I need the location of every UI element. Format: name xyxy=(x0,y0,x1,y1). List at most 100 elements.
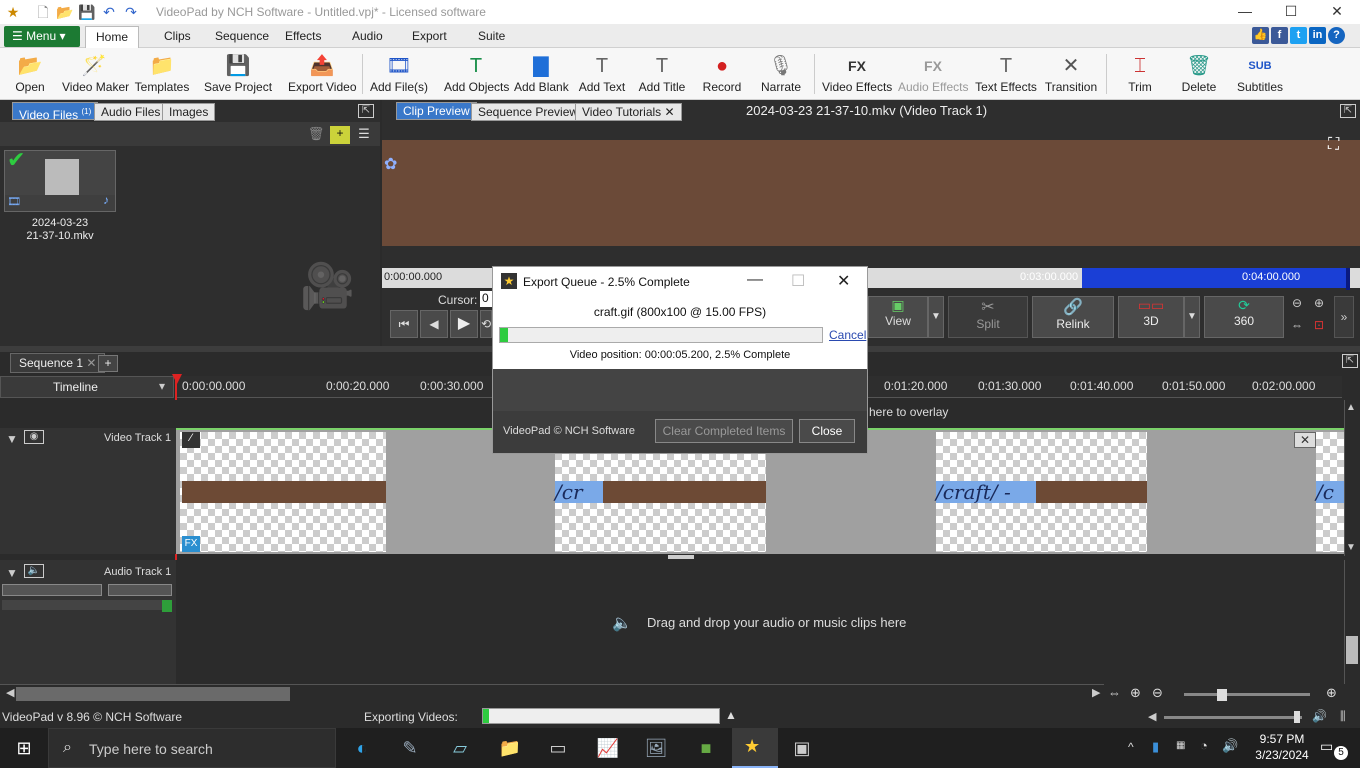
app-icon[interactable]: ▱ xyxy=(446,734,474,762)
new-folder-icon[interactable]: + xyxy=(330,126,350,144)
h-scroll-thumb[interactable] xyxy=(16,687,290,701)
scroll-right-icon[interactable]: ▶ xyxy=(1092,686,1100,699)
show-hidden-icons[interactable]: ^ xyxy=(1128,740,1134,754)
zoom-in-icon[interactable]: ⊕ xyxy=(1326,685,1337,701)
three-d-dropdown[interactable]: ▼ xyxy=(1184,296,1200,338)
thumbs-up-icon[interactable]: 👍 xyxy=(1252,27,1269,44)
fit-width-icon[interactable]: ⇔ xyxy=(1288,318,1306,338)
range-end-handle[interactable] xyxy=(1346,268,1350,290)
app-icon[interactable]: ★ xyxy=(4,3,22,21)
step-back-button[interactable]: ◀ xyxy=(420,310,448,338)
undock-preview-icon[interactable]: ⇱ xyxy=(1340,104,1356,118)
add-title-button[interactable]: T Add Title xyxy=(636,52,688,98)
tab-export[interactable]: Export xyxy=(402,26,457,48)
eye-icon[interactable]: ◉ xyxy=(24,430,44,444)
tab-sequence-1[interactable]: Sequence 1 ✕ xyxy=(10,353,106,373)
tab-suite[interactable]: Suite xyxy=(468,26,515,48)
tab-audio[interactable]: Audio xyxy=(342,26,393,48)
add-blank-button[interactable]: ▇ Add Blank xyxy=(514,52,569,98)
minecraft-icon[interactable]: ■ xyxy=(692,734,720,762)
go-to-start-button[interactable]: ⏮ xyxy=(390,310,418,338)
loop-button[interactable]: ⟲ xyxy=(480,310,492,338)
tab-sequence-preview[interactable]: Sequence Preview xyxy=(471,103,586,121)
transition-button[interactable]: ✕ Transition xyxy=(1044,52,1098,98)
tab-video-files[interactable]: Video Files (1) xyxy=(12,102,99,122)
notification-icon[interactable]: ▭ xyxy=(1320,738,1333,755)
three-sixty-button[interactable]: ⟳ 360 xyxy=(1204,296,1284,338)
dialog-close-btn[interactable]: Close xyxy=(799,419,855,443)
playhead-handle[interactable] xyxy=(172,374,182,384)
zoom-in-preview-icon[interactable]: ⊕ xyxy=(1310,296,1328,316)
taskbar-search[interactable]: ⌕ Type here to search xyxy=(48,728,336,768)
zoom-out-icon[interactable]: ⊖ xyxy=(1152,685,1163,701)
tab-images[interactable]: Images xyxy=(162,103,216,121)
photos-icon[interactable]: 🖼 xyxy=(642,734,670,762)
narrate-button[interactable]: 🎙 Narrate xyxy=(758,52,804,98)
master-volume-thumb[interactable] xyxy=(1294,711,1300,723)
zoom-slider[interactable] xyxy=(1184,693,1310,696)
view-button[interactable]: ▣ View xyxy=(868,296,928,338)
text-effects-button[interactable]: T Text Effects xyxy=(974,52,1038,98)
new-file-icon[interactable]: 🗋 xyxy=(34,3,52,21)
scroll-up-icon[interactable]: ▲ xyxy=(1346,402,1356,413)
relink-button[interactable]: 🔗 Relink xyxy=(1032,296,1114,338)
zoom-fit-icon[interactable]: ⊕ xyxy=(1130,685,1141,701)
scroll-left-icon[interactable]: ◀ xyxy=(6,686,14,699)
add-sequence-button[interactable]: + xyxy=(98,355,118,372)
audio-effects-button[interactable]: FX Audio Effects xyxy=(898,52,969,98)
tab-home[interactable]: Home xyxy=(85,26,140,48)
fade-icon[interactable]: ⁄ xyxy=(182,432,200,448)
subtitles-button[interactable]: SUB Subtitles xyxy=(1234,52,1286,98)
undo-icon[interactable]: ↶ xyxy=(100,3,118,21)
fit-timeline-icon[interactable]: ⇔ xyxy=(1108,685,1121,700)
wifi-icon[interactable]: ◔ xyxy=(1200,738,1208,753)
twitter-icon[interactable]: t xyxy=(1290,27,1307,44)
open-folder-icon[interactable]: 📂 xyxy=(56,3,74,21)
timeline-vertical-scrollbar[interactable] xyxy=(1344,400,1360,556)
volume-low-icon[interactable]: ◀ xyxy=(1148,710,1156,723)
volume-high-icon[interactable]: 🔊 xyxy=(1312,709,1327,723)
tab-video-tutorials[interactable]: Video Tutorials ✕ xyxy=(575,103,682,121)
battery-icon[interactable]: ▮ xyxy=(1152,739,1159,755)
window-app-icon[interactable]: ▣ xyxy=(788,734,816,762)
dialog-minimize-button[interactable]: — xyxy=(747,271,763,289)
templates-button[interactable]: 📁 Templates xyxy=(132,52,192,98)
cancel-export-link[interactable]: Cancel xyxy=(829,328,866,342)
pan-slider[interactable] xyxy=(108,584,172,596)
collapse-track-icon[interactable]: ▼ xyxy=(6,432,18,446)
open-button[interactable]: 📂 Open xyxy=(8,52,52,98)
play-button[interactable]: ▶ xyxy=(450,310,478,338)
redo-icon[interactable]: ↷ xyxy=(122,3,140,21)
more-controls-button[interactable]: » xyxy=(1334,296,1354,338)
master-volume-slider[interactable] xyxy=(1164,716,1302,719)
track-resize-handle[interactable] xyxy=(668,555,694,559)
mixer-icon[interactable]: ⫼ xyxy=(1340,709,1346,724)
app-tray-icon[interactable]: ▦ xyxy=(1176,740,1185,751)
close-button[interactable]: ✕ xyxy=(1314,0,1360,24)
show-export-queue-icon[interactable]: ▲ xyxy=(725,708,737,722)
menu-button[interactable]: ☰ Menu ▾ xyxy=(4,26,80,47)
fullscreen-icon[interactable]: ⛶ xyxy=(1328,136,1339,154)
video-effects-button[interactable]: FX Video Effects xyxy=(822,52,892,98)
clip-thumbnail[interactable]: ✔ 🎞 ♪ xyxy=(4,147,116,212)
chart-app-icon[interactable]: 📈 xyxy=(594,734,622,762)
timeline-mode-select[interactable]: Timeline ▾ xyxy=(0,376,174,398)
list-view-icon[interactable]: ☰ xyxy=(354,126,374,144)
speaker-icon[interactable]: 🔈 xyxy=(24,564,44,578)
audio-scroll-thumb[interactable] xyxy=(1346,636,1358,664)
undock-icon[interactable]: ⇱ xyxy=(358,104,374,118)
file-explorer-icon[interactable]: 📁 xyxy=(496,734,524,762)
bin-delete-icon[interactable]: 🗑 xyxy=(306,126,326,144)
selected-range[interactable] xyxy=(1082,268,1348,288)
add-text-button[interactable]: T Add Text xyxy=(576,52,628,98)
audio-vertical-scrollbar[interactable] xyxy=(1344,560,1360,684)
video-maker-button[interactable]: 🪄 Video Maker xyxy=(62,52,129,98)
edge-icon[interactable]: ◐ xyxy=(348,734,376,762)
help-icon[interactable]: ? xyxy=(1328,27,1345,44)
facebook-icon[interactable]: f xyxy=(1271,27,1288,44)
three-d-button[interactable]: ▭▭ 3D xyxy=(1118,296,1184,338)
tab-sequence[interactable]: Sequence xyxy=(205,26,279,48)
tab-clips[interactable]: Clips xyxy=(154,26,201,48)
view-dropdown[interactable]: ▼ xyxy=(928,296,944,338)
tab-audio-files[interactable]: Audio Files xyxy=(94,103,168,121)
